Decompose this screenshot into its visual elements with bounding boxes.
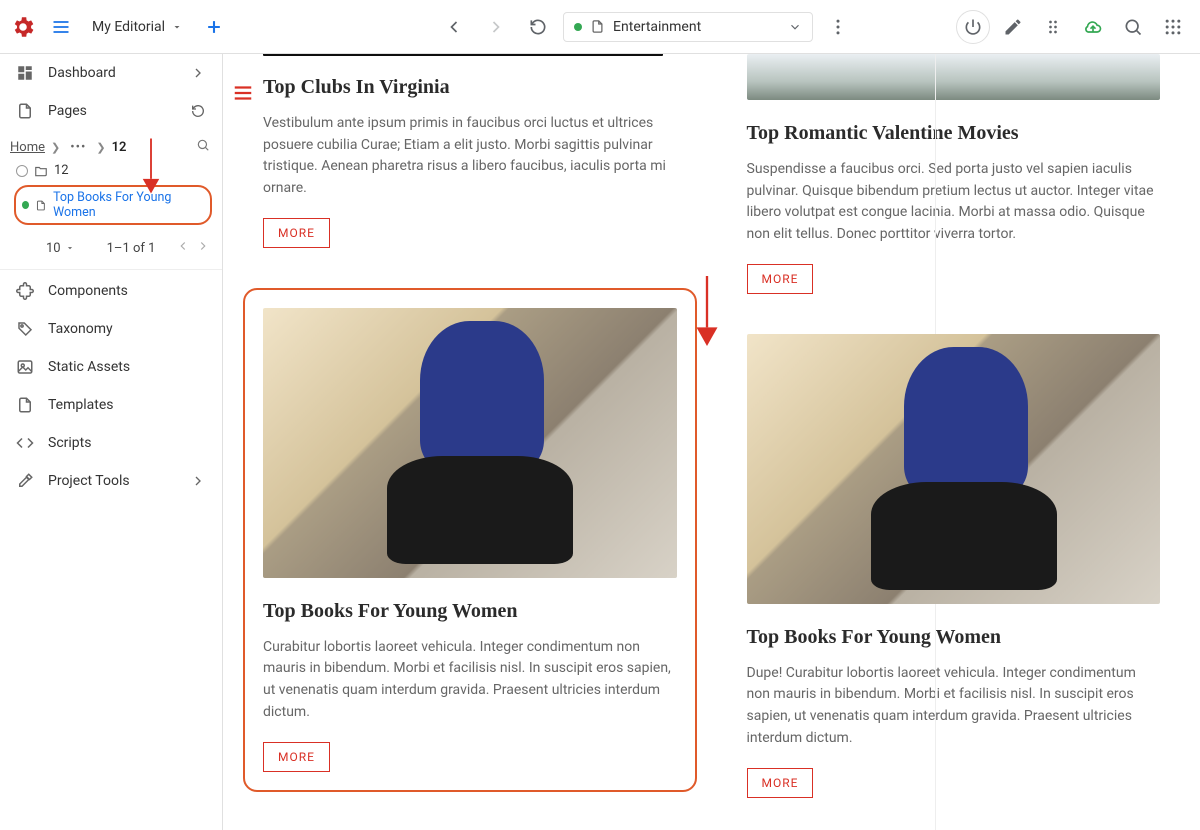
breadcrumb: Home ❯ ••• ❯ 12 bbox=[0, 130, 222, 160]
more-button[interactable]: MORE bbox=[263, 742, 330, 772]
nav-scripts[interactable]: Scripts bbox=[0, 424, 222, 462]
pager-next[interactable] bbox=[196, 239, 210, 257]
more-vert-button[interactable] bbox=[821, 10, 855, 44]
reload-button[interactable] bbox=[521, 10, 555, 44]
refresh-icon[interactable] bbox=[190, 103, 206, 119]
more-button[interactable]: MORE bbox=[263, 218, 330, 248]
status-dot-icon bbox=[574, 23, 582, 31]
document-icon bbox=[590, 19, 605, 34]
document-icon bbox=[35, 199, 47, 212]
nav-label: Templates bbox=[48, 397, 114, 413]
search-button[interactable] bbox=[1116, 10, 1150, 44]
chevron-icon: ❯ bbox=[96, 141, 105, 154]
per-page-select[interactable]: 10 bbox=[46, 241, 75, 256]
folder-icon bbox=[34, 164, 48, 178]
pager-prev[interactable] bbox=[176, 239, 190, 257]
dashboard-icon bbox=[16, 64, 34, 82]
card-image bbox=[747, 54, 1161, 100]
card-title: Top Books For Young Women bbox=[747, 626, 1161, 649]
nav-taxonomy[interactable]: Taxonomy bbox=[0, 310, 222, 348]
document-icon bbox=[16, 396, 34, 414]
status-dot-icon bbox=[22, 201, 29, 209]
topbar: My Editorial Entertainment bbox=[0, 0, 1200, 54]
nav-templates[interactable]: Templates bbox=[0, 386, 222, 424]
chevron-right-icon bbox=[190, 473, 206, 489]
tag-icon bbox=[16, 320, 34, 338]
folder-count: 12 bbox=[54, 163, 69, 178]
nav-static-assets[interactable]: Static Assets bbox=[0, 348, 222, 386]
card-body: Vestibulum ante ipsum primis in faucibus… bbox=[263, 113, 677, 200]
card-valentine: Top Romantic Valentine Movies Suspendiss… bbox=[747, 122, 1161, 294]
breadcrumb-overflow[interactable]: ••• bbox=[66, 140, 90, 155]
context-page-pill[interactable]: Entertainment bbox=[563, 12, 813, 42]
image-icon bbox=[16, 358, 34, 376]
card-title: Top Romantic Valentine Movies bbox=[747, 122, 1161, 145]
image-placeholder-top bbox=[263, 54, 663, 56]
breadcrumb-current: 12 bbox=[112, 140, 127, 155]
app-logo[interactable] bbox=[10, 14, 36, 40]
nav-components[interactable]: Components bbox=[0, 272, 222, 310]
topbar-right bbox=[956, 10, 1190, 44]
project-name: My Editorial bbox=[92, 19, 165, 35]
tools-icon bbox=[16, 472, 34, 490]
card-image bbox=[263, 308, 677, 578]
nav-label: Static Assets bbox=[48, 359, 130, 375]
card-title: Top Books For Young Women bbox=[263, 600, 677, 623]
pager-range: 1–1 of 1 bbox=[107, 241, 156, 256]
caret-down-icon bbox=[65, 243, 75, 253]
drag-handle-icon[interactable] bbox=[1036, 10, 1070, 44]
apps-grid-icon[interactable] bbox=[1156, 10, 1190, 44]
chevron-right-icon bbox=[190, 65, 206, 81]
more-button[interactable]: MORE bbox=[747, 264, 814, 294]
radio-icon bbox=[16, 165, 28, 177]
selected-page-label: Top Books For Young Women bbox=[53, 190, 202, 220]
nav-back-button[interactable] bbox=[437, 10, 471, 44]
caret-down-icon bbox=[171, 21, 183, 33]
annotation-arrow-content bbox=[693, 276, 721, 350]
cloud-upload-icon[interactable] bbox=[1076, 10, 1110, 44]
nav-label: Scripts bbox=[48, 435, 91, 451]
preview-panel: Top Clubs In Virginia Vestibulum ante ip… bbox=[223, 54, 1200, 830]
chevron-down-icon bbox=[788, 20, 802, 34]
nav-label: Components bbox=[48, 283, 128, 299]
card-books-right: Top Books For Young Women Dupe! Curabitu… bbox=[747, 334, 1161, 798]
nav-forward-button[interactable] bbox=[479, 10, 513, 44]
project-picker[interactable]: My Editorial bbox=[86, 15, 189, 39]
chevron-icon: ❯ bbox=[51, 141, 60, 154]
card-title: Top Clubs In Virginia bbox=[263, 76, 677, 99]
selected-page-pill[interactable]: Top Books For Young Women bbox=[14, 185, 212, 225]
pager: 10 1–1 of 1 bbox=[0, 229, 222, 267]
card-body: Curabitur lobortis laoreet vehicula. Int… bbox=[263, 637, 677, 724]
nav-label: Dashboard bbox=[48, 65, 116, 81]
edit-button[interactable] bbox=[996, 10, 1030, 44]
sidebar: Dashboard Pages Home ❯ ••• ❯ 12 12 bbox=[0, 54, 223, 830]
nav-project-tools[interactable]: Project Tools bbox=[0, 462, 222, 500]
per-page-value: 10 bbox=[46, 241, 61, 256]
context-label: Entertainment bbox=[613, 19, 701, 35]
card-top-clubs: Top Clubs In Virginia Vestibulum ante ip… bbox=[263, 76, 677, 248]
breadcrumb-home[interactable]: Home bbox=[10, 140, 45, 155]
add-button[interactable] bbox=[197, 10, 231, 44]
card-body: Suspendisse a faucibus orci. Sed porta j… bbox=[747, 159, 1161, 246]
card-body: Dupe! Curabitur lobortis laoreet vehicul… bbox=[747, 663, 1161, 750]
breadcrumb-search[interactable] bbox=[196, 138, 210, 156]
card-image bbox=[747, 334, 1161, 604]
nav-label: Taxonomy bbox=[48, 321, 113, 337]
nav-label: Project Tools bbox=[48, 473, 130, 489]
card-books-selected[interactable]: Top Books For Young Women Curabitur lobo… bbox=[243, 288, 697, 792]
code-icon bbox=[16, 434, 34, 452]
document-icon bbox=[16, 102, 34, 120]
preview-menu-icon[interactable] bbox=[232, 92, 254, 108]
tree-folder-row[interactable]: 12 bbox=[0, 160, 222, 181]
annotation-arrow-sidebar bbox=[140, 136, 162, 200]
nav-label: Pages bbox=[48, 103, 87, 119]
nav-pages[interactable]: Pages bbox=[0, 92, 222, 130]
more-button[interactable]: MORE bbox=[747, 768, 814, 798]
power-button[interactable] bbox=[956, 10, 990, 44]
puzzle-icon bbox=[16, 282, 34, 300]
nav-dashboard[interactable]: Dashboard bbox=[0, 54, 222, 92]
hamburger-icon[interactable] bbox=[44, 10, 78, 44]
